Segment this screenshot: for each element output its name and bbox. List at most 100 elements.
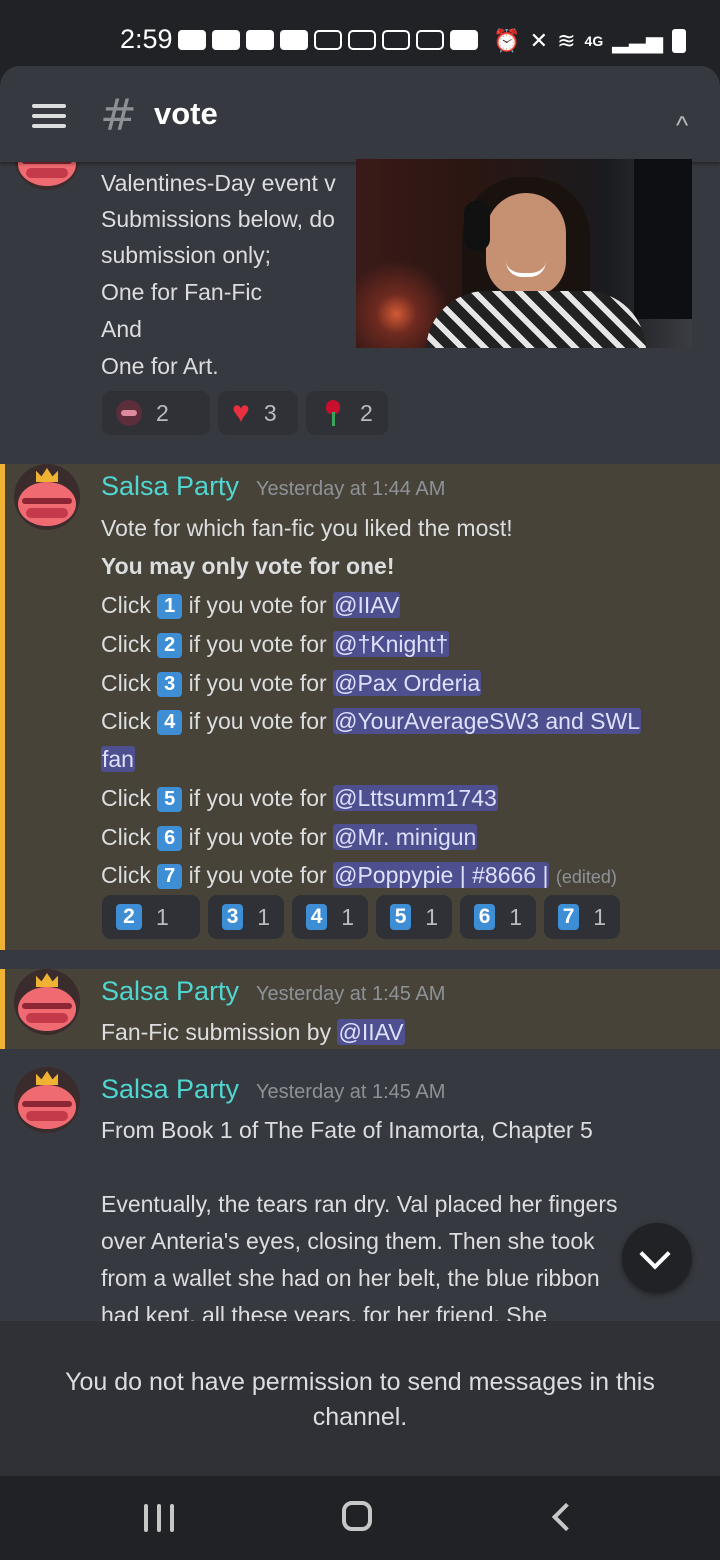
user-mention[interactable]: @Pax Orderia: [333, 670, 482, 696]
system-icons: ⏰ ✕ ≋ 4G ▂▃▅: [493, 28, 686, 54]
youtube-icon: [178, 30, 206, 50]
youtube-icon: [280, 30, 308, 50]
android-nav-bar: [0, 1476, 720, 1560]
network-label: 4G: [584, 33, 604, 49]
keycap-2-icon: 2: [116, 904, 142, 930]
disney-icon: [416, 30, 444, 50]
message-line: over Anteria's eyes, closing them. Then …: [101, 1228, 595, 1254]
reaction-count: 1: [425, 903, 438, 930]
reaction-count: 2: [156, 399, 169, 426]
reaction[interactable]: 2: [102, 391, 210, 435]
discord-app: # vote ^ Valentines-Day event v Submissi…: [0, 66, 720, 1476]
disney-icon: [450, 30, 478, 50]
avatar[interactable]: [14, 464, 80, 530]
signal-icon: ▂▃▅: [612, 28, 663, 53]
avatar[interactable]: [14, 969, 80, 1035]
user-mention[interactable]: @IIAV: [333, 592, 401, 618]
chevron-up-icon[interactable]: ^: [676, 110, 688, 141]
mention-highlight-bar: [0, 969, 5, 1049]
keycap-7-icon: 7: [558, 904, 580, 930]
mention-highlight-bar: [0, 464, 5, 950]
keycap-5-icon: 5: [390, 904, 412, 930]
user-mention[interactable]: @Poppypie | #8666 |: [333, 862, 550, 888]
channel-header: # vote ^: [0, 66, 720, 162]
alarm-icon: ⏰: [493, 28, 521, 53]
keycap-1-icon: 1: [157, 594, 183, 619]
no-permission-text: You do not have permission to send messa…: [65, 1368, 655, 1431]
message-line: Submissions below, do: [101, 206, 335, 232]
keycap-3-icon: 3: [222, 904, 244, 930]
keycap-6-icon: 6: [474, 904, 496, 930]
message-line: One for Fan-Fic: [101, 279, 263, 305]
reaction-count: 3: [263, 399, 277, 426]
reaction-count: 1: [156, 903, 169, 930]
reaction-count: 1: [509, 903, 522, 930]
mask-emoji-icon: [116, 400, 142, 426]
user-mention[interactable]: fan: [101, 746, 135, 772]
status-bar: 2:59 ⏰ ✕ ≋ 4G ▂▃▅: [0, 0, 720, 66]
edited-tag: (edited): [555, 867, 617, 887]
message-author[interactable]: Salsa Party: [101, 1074, 239, 1105]
message-line: And: [101, 316, 142, 342]
user-mention[interactable]: @YourAverageSW3 and SWL: [333, 708, 642, 734]
battery-icon: [672, 29, 686, 53]
message-line: From Book 1 of The Fate of Inamorta, Cha…: [101, 1117, 593, 1143]
wifi-icon: ≋: [557, 28, 576, 53]
avatar[interactable]: [14, 162, 80, 190]
keycap-4-icon: 4: [306, 904, 328, 930]
keycap-2-icon: 2: [157, 633, 183, 658]
user-mention[interactable]: @†Knight†: [333, 631, 450, 657]
reaction[interactable]: 2: [306, 391, 388, 435]
headphones-icon: [464, 201, 490, 251]
mail-icon: [348, 30, 376, 50]
home-icon[interactable]: [342, 1501, 372, 1531]
user-mention[interactable]: @Lttsumm1743: [333, 785, 498, 811]
recent-apps-icon[interactable]: [144, 1504, 174, 1532]
vote-option-line: fan: [101, 743, 135, 775]
reaction-count: 2: [360, 399, 373, 426]
rose-emoji-icon: [320, 400, 346, 426]
youtube-icon: [246, 30, 274, 50]
message-timestamp: Yesterday at 1:44 AM: [256, 478, 446, 500]
message-line: Valentines-Day event v: [101, 170, 336, 196]
avatar[interactable]: [14, 1067, 80, 1133]
vote-option-line: Click 7 if you vote for @Poppypie | #866…: [101, 862, 617, 889]
reaction[interactable]: 4 1: [292, 895, 368, 939]
reaction[interactable]: 3 1: [208, 895, 284, 939]
vote-option-line: Click 2 if you vote for @†Knight†: [101, 631, 450, 658]
reaction[interactable]: 5 1: [376, 895, 452, 939]
reaction[interactable]: 6 1: [460, 895, 536, 939]
keycap-6-icon: 6: [157, 826, 183, 851]
message-line: Eventually, the tears ran dry. Val place…: [101, 1191, 618, 1217]
reaction[interactable]: 7 1: [544, 895, 620, 939]
user-mention[interactable]: @Mr. minigun: [333, 824, 478, 850]
keycap-3-icon: 3: [157, 672, 183, 697]
reaction-count: 1: [257, 903, 270, 930]
keycap-7-icon: 7: [157, 864, 183, 889]
message-author[interactable]: Salsa Party: [101, 471, 239, 502]
menu-icon[interactable]: [32, 104, 66, 128]
vote-option-line: Click 3 if you vote for @Pax Orderia: [101, 670, 482, 697]
locked-channel-icon: #: [100, 90, 137, 141]
jump-to-bottom-button[interactable]: [622, 1223, 692, 1293]
user-mention[interactable]: @IIAV: [337, 1019, 405, 1045]
message-line: You may only vote for one!: [101, 553, 395, 579]
message-line: from a wallet she had on her belt, the b…: [101, 1265, 600, 1291]
back-icon[interactable]: [551, 1502, 581, 1532]
message-author[interactable]: Salsa Party: [101, 976, 239, 1007]
message-line: submission only;: [101, 242, 272, 268]
vote-option-line: Click 4 if you vote for @YourAverageSW3 …: [101, 708, 642, 735]
channel-name[interactable]: vote: [154, 96, 218, 132]
reaction[interactable]: ♥ 3: [218, 391, 298, 435]
vote-option-line: Click 5 if you vote for @Lttsumm1743: [101, 785, 498, 812]
status-time: 2:59: [120, 24, 173, 54]
picture-in-picture-video[interactable]: [356, 159, 692, 348]
reaction[interactable]: 2 1: [102, 895, 200, 939]
keycap-4-icon: 4: [157, 710, 183, 735]
youtube-icon: [212, 30, 240, 50]
vote-option-line: Click 6 if you vote for @Mr. minigun: [101, 824, 478, 851]
message-timestamp: Yesterday at 1:45 AM: [256, 983, 446, 1005]
heart-emoji-icon: ♥: [232, 396, 250, 429]
vote-option-line: Click 1 if you vote for @IIAV: [101, 592, 401, 619]
notification-icons: [178, 30, 478, 50]
